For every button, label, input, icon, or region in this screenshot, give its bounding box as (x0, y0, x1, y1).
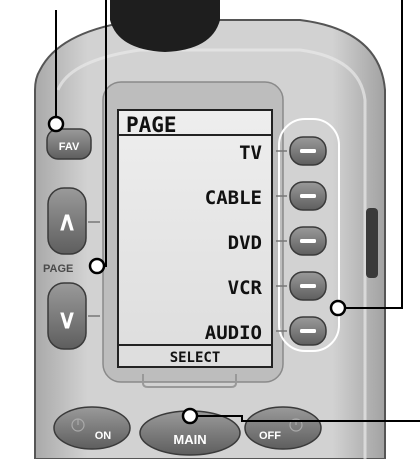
dash-icon (300, 239, 316, 243)
lcd-item-tv: TV (239, 142, 262, 164)
page-down-icon: ∨ (57, 304, 76, 334)
main-label: MAIN (173, 432, 206, 447)
off-label: OFF (259, 430, 281, 442)
lcd-item-cable: CABLE (205, 187, 262, 209)
soft-key-vcr[interactable] (289, 271, 327, 301)
dash-icon (300, 194, 316, 198)
lcd-item-vcr: VCR (228, 277, 263, 299)
soft-key-dvd[interactable] (289, 226, 327, 256)
page-down-button[interactable]: ∨ (47, 282, 87, 350)
page-label: PAGE (43, 263, 73, 275)
callout-page-marker (88, 257, 106, 275)
lcd-header: PAGE (126, 113, 177, 137)
lcd-screen: PAGE TV CABLE DVD VCR AUDIO SELECT (117, 109, 273, 368)
fav-button[interactable]: FAV (46, 128, 92, 160)
remote-control-diagram: PAGE TV CABLE DVD VCR AUDIO SELECT FAV ∧ PAG… (34, 0, 420, 459)
dash-icon (300, 329, 316, 333)
lcd-footer: SELECT (170, 350, 221, 366)
soft-key-audio[interactable] (289, 316, 327, 346)
on-button[interactable]: ON (53, 406, 131, 450)
on-label: ON (95, 430, 112, 442)
soft-key-tv[interactable] (289, 136, 327, 166)
lcd-item-audio: AUDIO (205, 322, 262, 344)
callout-softkeys-marker (329, 299, 347, 317)
off-button[interactable]: OFF (244, 406, 322, 450)
lcd-item-dvd: DVD (228, 232, 262, 254)
soft-key-cable[interactable] (289, 181, 327, 211)
dash-icon (300, 284, 316, 288)
page-up-icon: ∧ (57, 206, 76, 236)
callout-fav-marker (47, 115, 65, 133)
page-up-button[interactable]: ∧ (47, 187, 87, 255)
dash-icon (300, 149, 316, 153)
fav-label: FAV (59, 141, 80, 153)
callout-main-marker (181, 407, 199, 425)
